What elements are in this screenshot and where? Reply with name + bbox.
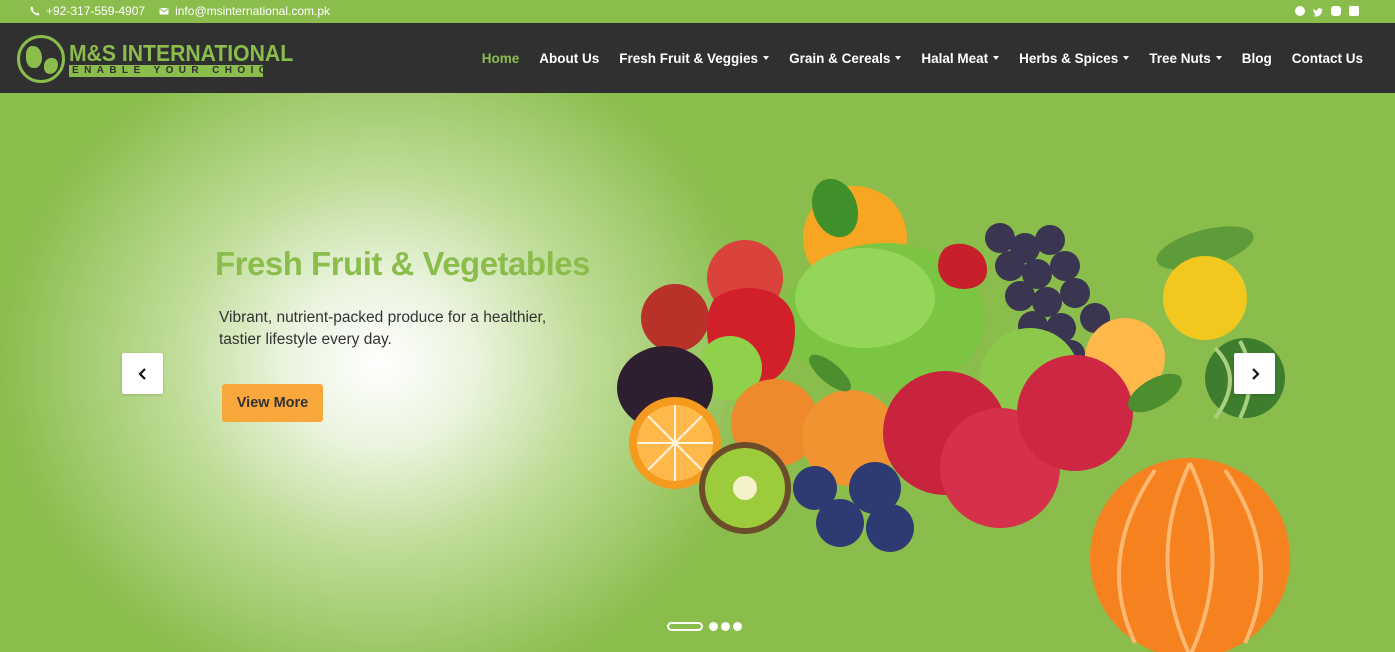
nav-item-about-us[interactable]: About Us — [529, 51, 609, 66]
view-more-button[interactable]: View More — [222, 384, 323, 422]
previous-slide-button[interactable] — [122, 353, 163, 394]
caret-down-icon — [1123, 56, 1130, 60]
nav-item-halal-meat[interactable]: Halal Meat — [911, 51, 1009, 66]
phone-icon — [30, 6, 40, 16]
nav-label: Tree Nuts — [1149, 50, 1211, 66]
hero-description: Vibrant, nutrient-packed produce for a h… — [219, 309, 547, 348]
nav-label: Grain & Cereals — [789, 50, 891, 66]
facebook-icon[interactable] — [1295, 6, 1305, 16]
chevron-left-icon — [137, 367, 146, 380]
contact-info: +92-317-559-4907 info@msinternational.co… — [30, 4, 330, 18]
nav-item-tree-nuts[interactable]: Tree Nuts — [1139, 51, 1232, 66]
chevron-right-icon — [1251, 367, 1260, 380]
slide-dot[interactable] — [733, 622, 742, 631]
main-header: M&S INTERNATIONAL ENABLE YOUR CHOICES Ho… — [0, 23, 1395, 93]
nav-label: Herbs & Spices — [1019, 50, 1119, 66]
caret-down-icon — [895, 56, 902, 60]
nav-label: Halal Meat — [921, 50, 989, 66]
nav-label: Home — [481, 50, 520, 66]
nav-label: Blog — [1241, 50, 1272, 66]
site-logo[interactable]: M&S INTERNATIONAL ENABLE YOUR CHOICES — [17, 35, 313, 83]
twitter-icon[interactable] — [1313, 6, 1323, 17]
brand-name: M&S INTERNATIONAL — [69, 39, 294, 66]
slide-dot[interactable] — [721, 622, 730, 631]
nav-item-fresh-fruit-veggies[interactable]: Fresh Fruit & Veggies — [609, 51, 779, 66]
caret-down-icon — [1215, 56, 1222, 60]
top-bar: +92-317-559-4907 info@msinternational.co… — [0, 0, 1395, 23]
next-slide-button[interactable] — [1234, 353, 1275, 394]
nav-label: Fresh Fruit & Veggies — [619, 50, 759, 66]
phone-number: +92-317-559-4907 — [46, 4, 146, 18]
hero-slider: Fresh Fruit & Vegetables Vibrant, nutrie… — [0, 93, 1395, 652]
phone-link[interactable]: +92-317-559-4907 — [30, 4, 145, 18]
brand-tagline: ENABLE YOUR CHOICES — [69, 64, 263, 77]
nav-item-blog[interactable]: Blog — [1232, 51, 1282, 66]
caret-down-icon — [993, 56, 1000, 60]
slider-pagination — [667, 622, 742, 631]
email-link[interactable]: info@msinternational.com.pk — [159, 4, 330, 18]
caret-down-icon — [763, 56, 770, 60]
globe-icon — [17, 35, 65, 83]
main-nav: Home About Us Fresh Fruit & Veggies Grai… — [472, 23, 1373, 93]
nav-item-grain-cereals[interactable]: Grain & Cereals — [779, 51, 911, 66]
nav-item-home[interactable]: Home — [472, 51, 530, 66]
envelope-icon — [159, 8, 169, 15]
nav-label: About Us — [539, 50, 600, 66]
hero-title: Fresh Fruit & Vegetables — [215, 245, 590, 282]
nav-item-contact-us[interactable]: Contact Us — [1282, 51, 1373, 66]
nav-label: Contact Us — [1291, 50, 1363, 66]
email-address: info@msinternational.com.pk — [175, 4, 331, 18]
fruit-vegetable-image — [617, 178, 1290, 652]
instagram-icon[interactable] — [1331, 6, 1341, 16]
slide-dot-active[interactable] — [667, 622, 703, 631]
social-links — [1295, 6, 1359, 17]
youtube-icon[interactable] — [1349, 6, 1359, 16]
slide-dot[interactable] — [709, 622, 718, 631]
nav-item-herbs-spices[interactable]: Herbs & Spices — [1009, 51, 1139, 66]
